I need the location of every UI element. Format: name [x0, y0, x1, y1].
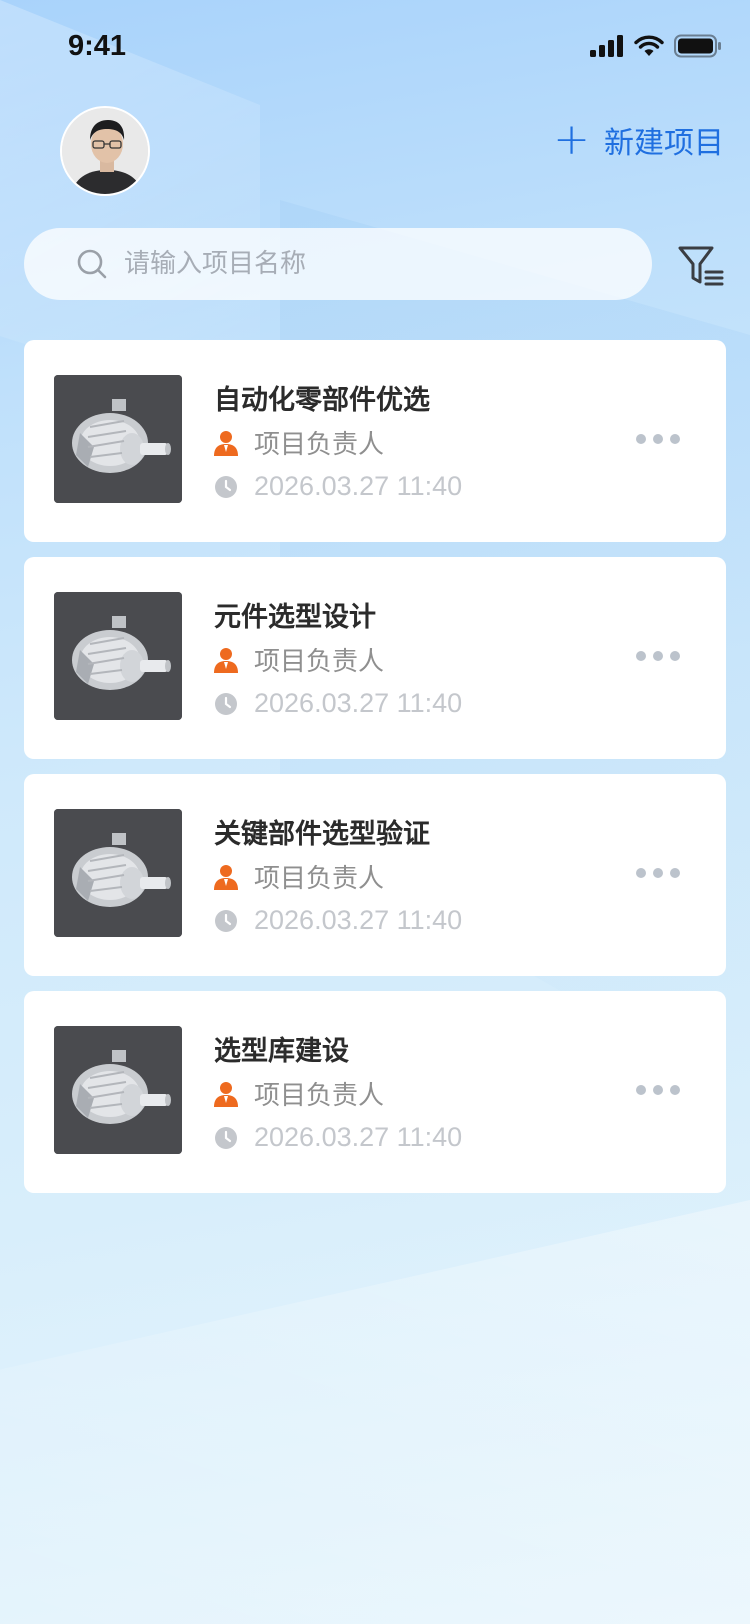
motor-image [54, 592, 182, 720]
search-icon [77, 249, 107, 279]
time-row: 2026.03.27 11:40 [214, 471, 462, 502]
project-card[interactable]: 元件选型设计 项目负责人 2026.03.27 11:40 [24, 557, 726, 759]
project-owner: 项目负责人 [254, 864, 385, 894]
motor-image [54, 1026, 182, 1154]
time-row: 2026.03.27 11:40 [214, 1122, 462, 1153]
project-title: 关键部件选型验证 [214, 819, 430, 850]
person-icon [214, 1081, 238, 1107]
project-thumbnail [54, 809, 182, 937]
project-list: 自动化零部件优选 项目负责人 2026.03.27 11:40 元件选型设计 项… [24, 340, 726, 1208]
project-title: 选型库建设 [214, 1036, 349, 1067]
more-icon[interactable] [636, 649, 680, 663]
time-row: 2026.03.27 11:40 [214, 688, 462, 719]
project-title: 自动化零部件优选 [214, 385, 430, 416]
background-shape [0, 1200, 750, 1624]
project-time: 2026.03.27 11:40 [254, 905, 463, 935]
person-icon [214, 864, 238, 890]
clock-icon [215, 692, 237, 715]
new-project-button[interactable]: + 新建项目 [553, 118, 724, 162]
project-thumbnail [54, 1026, 182, 1154]
avatar[interactable] [60, 106, 150, 196]
owner-row: 项目负责人 [214, 858, 384, 895]
more-icon[interactable] [636, 1083, 680, 1097]
status-bar: 9:41 [0, 0, 750, 96]
project-time: 2026.03.27 11:40 [254, 1122, 463, 1152]
plus-icon: + [553, 114, 590, 165]
more-icon[interactable] [636, 866, 680, 880]
clock-icon [215, 909, 237, 932]
project-time: 2026.03.27 11:40 [254, 471, 463, 501]
project-card[interactable]: 选型库建设 项目负责人 2026.03.27 11:40 [24, 991, 726, 1193]
battery-icon [674, 34, 721, 58]
new-project-label: 新建项目 [604, 126, 724, 161]
motor-image [54, 375, 182, 503]
status-icons [590, 34, 722, 58]
more-icon[interactable] [636, 432, 680, 446]
wifi-icon [634, 35, 664, 56]
clock-icon [215, 475, 237, 498]
project-card[interactable]: 自动化零部件优选 项目负责人 2026.03.27 11:40 [24, 340, 726, 542]
project-thumbnail [54, 592, 182, 720]
status-time: 9:41 [68, 30, 127, 62]
search-bar[interactable] [24, 228, 652, 300]
owner-row: 项目负责人 [214, 641, 384, 678]
person-icon [214, 647, 238, 673]
clock-icon [215, 1126, 237, 1149]
search-input[interactable] [124, 249, 584, 279]
project-owner: 项目负责人 [254, 1081, 385, 1111]
time-row: 2026.03.27 11:40 [214, 905, 462, 936]
filter-icon[interactable] [676, 242, 724, 290]
avatar-photo [62, 108, 148, 194]
project-time: 2026.03.27 11:40 [254, 688, 463, 718]
motor-image [54, 809, 182, 937]
project-owner: 项目负责人 [254, 647, 385, 677]
project-title: 元件选型设计 [214, 602, 376, 633]
signal-icon [590, 35, 623, 57]
project-card[interactable]: 关键部件选型验证 项目负责人 2026.03.27 11:40 [24, 774, 726, 976]
project-thumbnail [54, 375, 182, 503]
owner-row: 项目负责人 [214, 424, 384, 461]
owner-row: 项目负责人 [214, 1075, 384, 1112]
person-icon [214, 430, 238, 456]
project-owner: 项目负责人 [254, 430, 385, 460]
